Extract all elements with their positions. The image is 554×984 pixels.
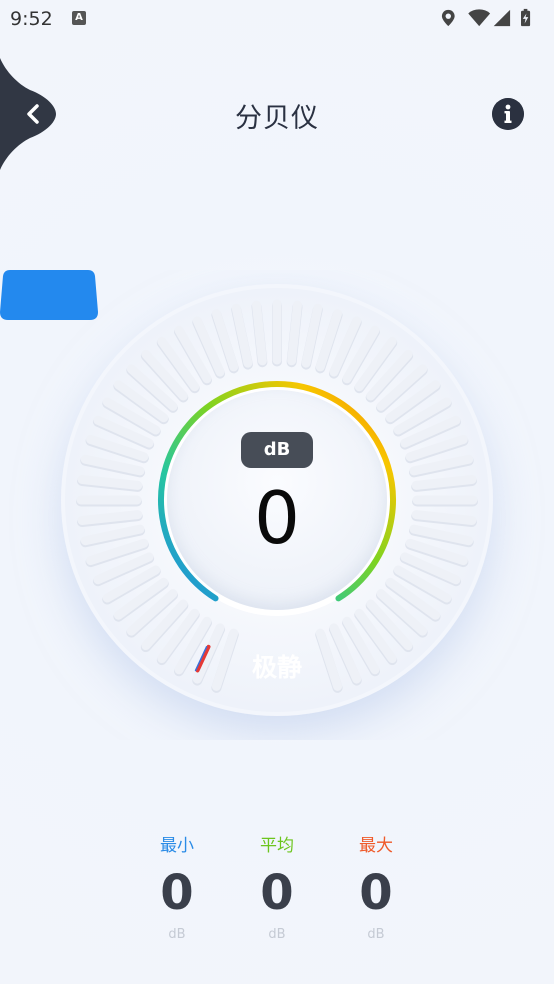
gauge-tick	[411, 475, 477, 490]
signal-icon	[493, 9, 511, 27]
stat-max-label: 最大	[359, 836, 393, 856]
stat-max-unit: dB	[367, 927, 385, 942]
stat-max: 最大 0 dB	[316, 832, 436, 944]
battery-icon	[521, 8, 531, 27]
decibel-meter-screen: 9:52 A 分贝仪 dB 0 极静 最小 0 dB 平均 0 dB 最大 0 …	[0, 0, 554, 984]
status-icons	[441, 8, 531, 27]
status-bar: 9:52 A	[0, 0, 554, 40]
level-badge	[0, 270, 98, 320]
gauge-tick	[77, 510, 143, 525]
wifi-icon	[468, 9, 491, 27]
info-button[interactable]	[492, 98, 524, 130]
unit-badge: dB	[241, 432, 313, 468]
gauge-tick	[77, 475, 143, 490]
stat-max-value: 0	[359, 865, 393, 921]
decibel-gauge: dB 0 极静	[0, 270, 554, 740]
gauge-tick	[287, 300, 302, 366]
location-icon	[441, 9, 455, 27]
gauge-tick	[252, 300, 267, 366]
notification-icon: A	[72, 11, 86, 25]
stats-panel: 最小 0 dB 平均 0 dB 最大 0 dB	[0, 832, 554, 952]
status-time: 9:52	[10, 8, 53, 30]
gauge-tick	[411, 510, 477, 525]
noise-level-label: 极静	[251, 653, 302, 682]
current-db-value: 0	[254, 476, 300, 560]
page-title: 分贝仪	[235, 103, 319, 134]
